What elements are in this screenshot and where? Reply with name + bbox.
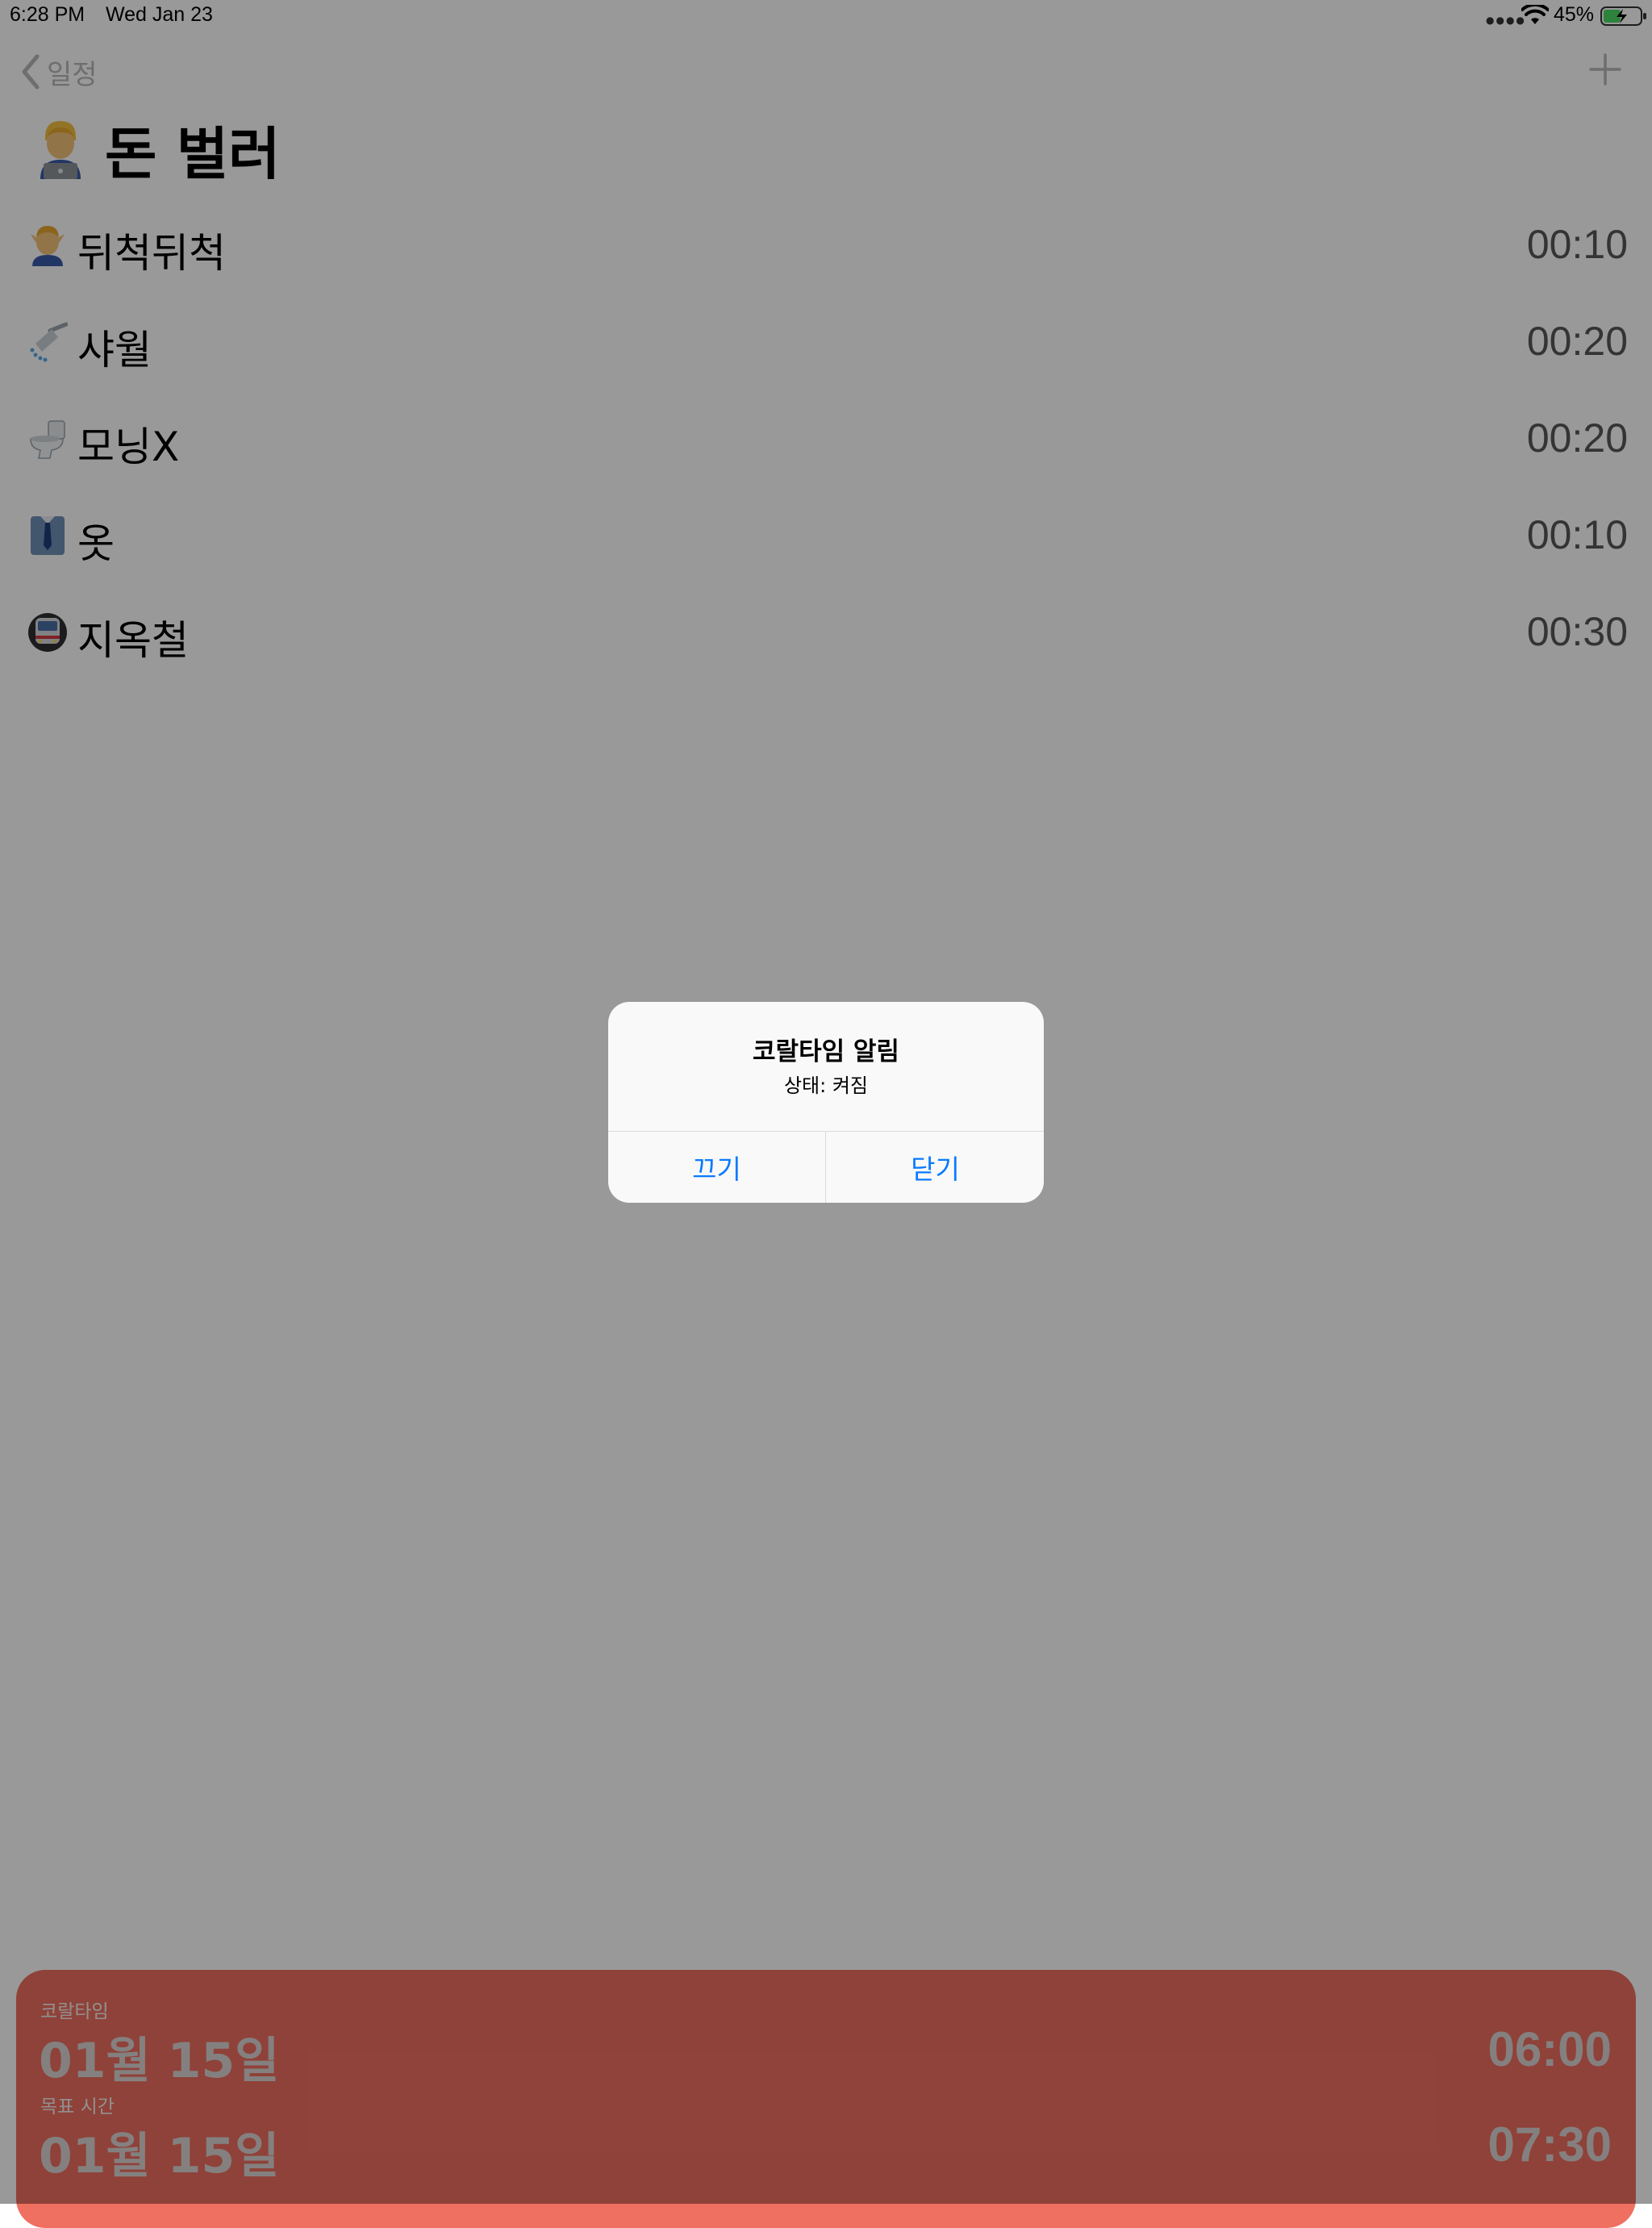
alert-message: 상태: 켜짐 (783, 1074, 869, 1097)
alert-title: 코랄타임 알림 (753, 1037, 899, 1066)
alert-dialog: 코랄타임 알림 상태: 켜짐 끄기 닫기 (608, 1002, 1044, 1203)
close-button[interactable]: 닫기 (827, 1132, 1044, 1203)
turn-off-button[interactable]: 끄기 (608, 1132, 825, 1203)
alert-button-divider (825, 1132, 826, 1203)
